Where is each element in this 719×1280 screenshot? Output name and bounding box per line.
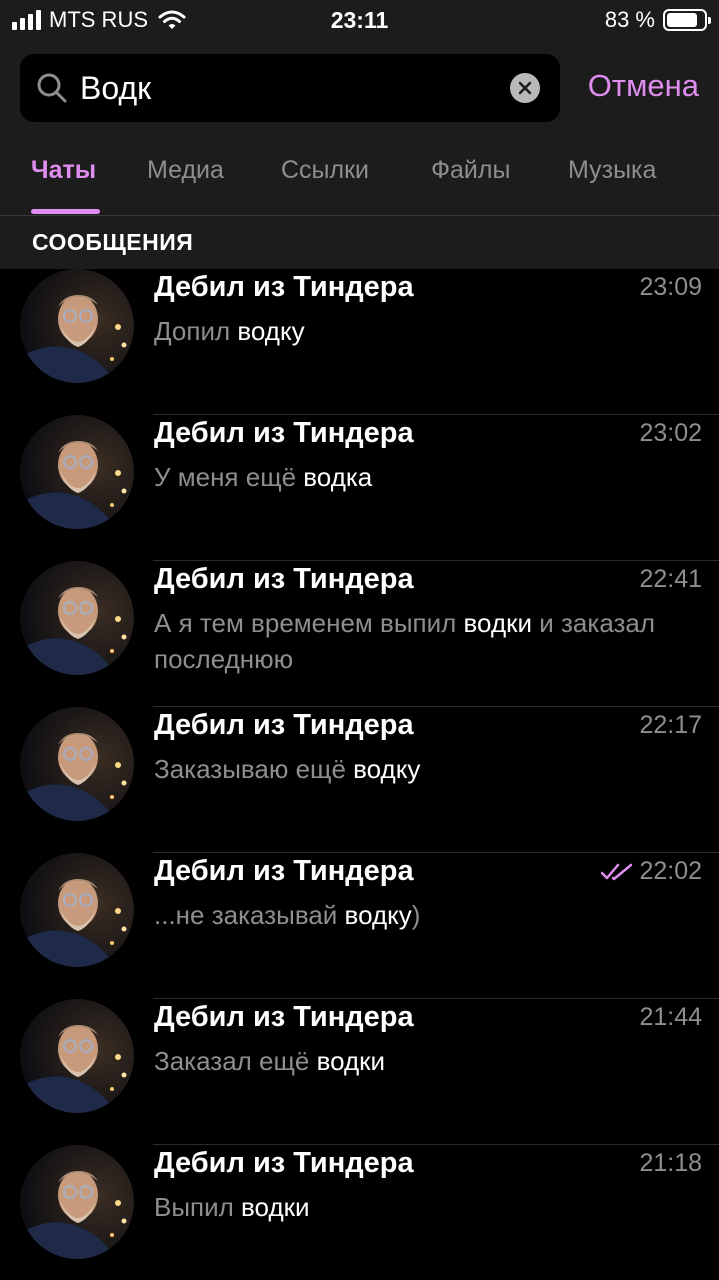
message-time: 21:18: [639, 1149, 702, 1177]
message-time: 23:02: [639, 419, 702, 447]
search-icon: [37, 73, 67, 103]
status-bar: MTS RUS 23:11 83 %: [0, 0, 719, 40]
avatar: [20, 707, 134, 821]
message-time: 23:09: [639, 273, 702, 301]
message-time: 22:02: [601, 857, 702, 886]
message-preview: У меня ещё водка: [154, 462, 373, 492]
message-preview: Выпил водки: [154, 1192, 310, 1222]
tab-links[interactable]: Ссылки: [281, 156, 369, 185]
message-row[interactable]: Дебил из Тиндера 23:02 У меня ещё водка: [0, 415, 719, 561]
search-match: водки: [463, 608, 533, 638]
clear-icon[interactable]: [510, 73, 540, 103]
message-preview: Заказал ещё водки: [154, 1046, 386, 1076]
search-match: водки: [316, 1046, 386, 1076]
message-preview: Допил водку: [154, 316, 305, 346]
search-input[interactable]: Водк: [80, 70, 151, 107]
status-right: 83 %: [604, 7, 711, 33]
divider: [0, 215, 719, 216]
double-check-icon: [601, 863, 633, 880]
tab-music[interactable]: Музыка: [568, 156, 656, 185]
message-preview: А я тем временем выпил водки и заказал п…: [154, 608, 656, 674]
message-row[interactable]: Дебил из Тиндера 21:18 Выпил водки: [0, 1145, 719, 1280]
search-match: водку: [344, 900, 412, 930]
chat-name: Дебил из Тиндера: [154, 417, 414, 449]
search-tabs: Чаты Медиа Ссылки Файлы Музыка: [0, 150, 719, 216]
section-header: СООБЩЕНИЯ: [32, 229, 194, 255]
tab-chats[interactable]: Чаты: [31, 156, 96, 185]
message-time: 22:41: [639, 565, 702, 593]
search-match: водку: [237, 316, 305, 346]
chat-name: Дебил из Тиндера: [154, 563, 414, 595]
chat-name: Дебил из Тиндера: [154, 855, 414, 887]
search-match: водка: [303, 462, 373, 492]
message-time: 21:44: [639, 1003, 702, 1031]
battery-icon: [663, 9, 711, 31]
cancel-button[interactable]: Отмена: [588, 68, 699, 104]
message-row[interactable]: Дебил из Тиндера 22:17 Заказываю ещё вод…: [0, 707, 719, 853]
tab-files[interactable]: Файлы: [431, 156, 510, 185]
message-time: 22:17: [639, 711, 702, 739]
avatar: [20, 415, 134, 529]
tab-media[interactable]: Медиа: [147, 156, 224, 185]
message-row[interactable]: Дебил из Тиндера 22:02 ...не заказывай в…: [0, 853, 719, 999]
header-area: MTS RUS 23:11 83 % Водк Отмена Чаты Меди…: [0, 0, 719, 269]
message-list: Дебил из Тиндера 23:09 Допил водку Дебил…: [0, 269, 719, 1280]
search-match: водку: [353, 754, 421, 784]
message-row[interactable]: Дебил из Тиндера 23:09 Допил водку: [0, 269, 719, 415]
chat-name: Дебил из Тиндера: [154, 271, 414, 303]
search-match: водки: [241, 1192, 310, 1222]
chat-name: Дебил из Тиндера: [154, 1001, 414, 1033]
chat-name: Дебил из Тиндера: [154, 709, 414, 741]
message-preview: ...не заказывай водку): [154, 900, 421, 930]
avatar: [20, 999, 134, 1113]
message-row[interactable]: Дебил из Тиндера 22:41 А я тем временем …: [0, 561, 719, 707]
message-preview: Заказываю ещё водку: [154, 754, 421, 784]
message-row[interactable]: Дебил из Тиндера 21:44 Заказал ещё водки: [0, 999, 719, 1145]
avatar: [20, 561, 134, 675]
avatar: [20, 853, 134, 967]
battery-percent: 83 %: [604, 7, 655, 32]
chat-name: Дебил из Тиндера: [154, 1147, 414, 1179]
avatar: [20, 1145, 134, 1259]
search-field[interactable]: Водк: [20, 54, 560, 122]
tab-indicator: [31, 209, 100, 214]
avatar: [20, 269, 134, 383]
